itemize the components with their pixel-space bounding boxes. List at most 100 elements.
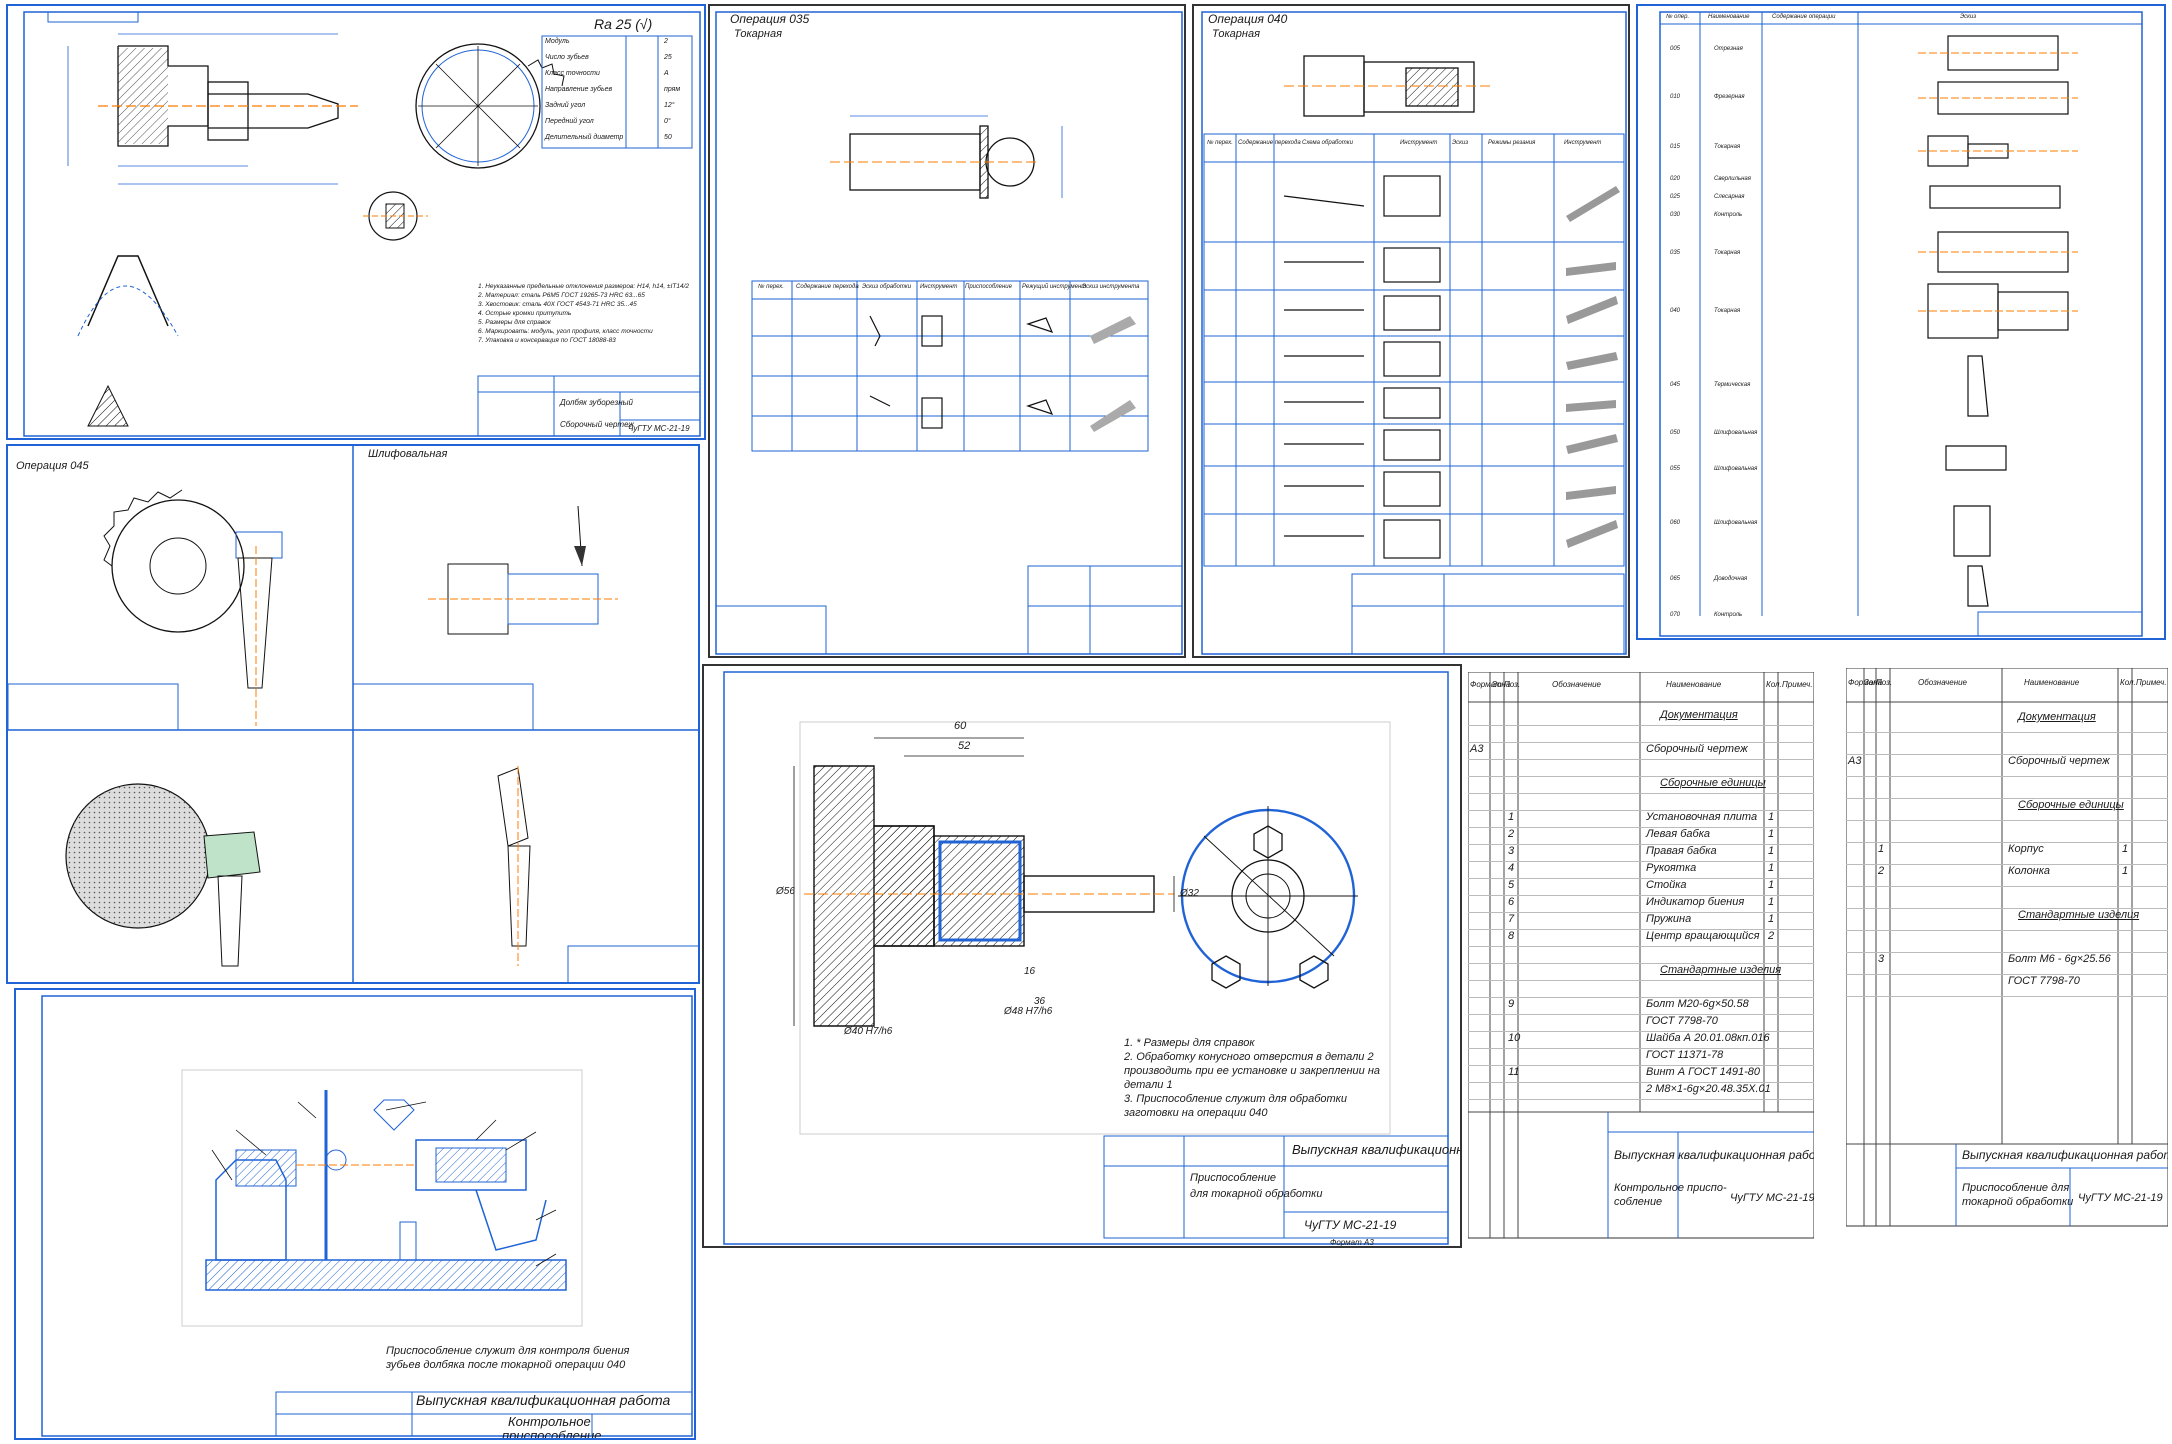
op040-title: Операция 040: [1208, 12, 1288, 26]
grinding-graphics: [8, 446, 698, 982]
spec-row: 11 Винт А ГОСТ 1491-80: [1468, 1065, 1814, 1083]
spec2-stamp-name-2: токарной обработки: [1962, 1196, 2074, 1208]
spec-row: [1468, 759, 1814, 777]
sheet-spec-1: Формат Зона Поз. Обозначение Наименовани…: [1468, 672, 1814, 1240]
sheet-grinding: Операция 045 Шлифовальная: [6, 444, 700, 984]
part-subtitle: Сборочный чертеж: [560, 420, 634, 429]
op040-subtitle: Токарная: [1212, 28, 1260, 40]
spec-format: А3: [1848, 755, 1862, 767]
spec-row: [1846, 886, 2168, 909]
control-stamp-title: Выпускная квалификационная работа: [416, 1392, 671, 1408]
op035-graphics: [715, 11, 1183, 655]
spec-row: [1846, 732, 2168, 755]
spec-name: Документация: [1660, 709, 1738, 721]
spec-row: [1468, 946, 1814, 964]
spec-row: А3 Сборочный чертеж: [1468, 742, 1814, 760]
spec-row: 5 Стойка 1: [1468, 878, 1814, 896]
spec1-stamp-name: Контрольное приспо-: [1614, 1182, 1727, 1194]
spec-qty: 1: [1768, 913, 1775, 925]
spec-name: Пружина: [1646, 913, 1692, 925]
spec-row: Документация: [1468, 708, 1814, 726]
spec-qty: 1: [1768, 862, 1775, 874]
spec-row: Документация: [1846, 710, 2168, 733]
spec-name: Индикатор биения: [1646, 896, 1745, 908]
control-fixture-graphics: [41, 995, 693, 1437]
spec-name: Сборочные единицы: [1660, 777, 1766, 789]
tech-notes: 1. Неуказанные предельные отклонения раз…: [478, 283, 689, 344]
spec-row: ГОСТ 7798-70: [1468, 1014, 1814, 1032]
spec2-stamp-title: Выпускная квалификационная работа: [1962, 1148, 2168, 1162]
spec-row: А3 Сборочный чертеж: [1846, 754, 2168, 777]
spec-name: Винт А ГОСТ 1491-80: [1646, 1066, 1761, 1078]
route-graphics: [1659, 11, 2143, 637]
spec-row: [1468, 980, 1814, 998]
spec-qty: 1: [1768, 879, 1775, 891]
spec-name: Сборочный чертеж: [2008, 755, 2110, 767]
spec2-rows: Документация А3 Сборочный чертеж Сборочные …: [1846, 710, 2168, 1010]
spec-pos: 9: [1508, 998, 1515, 1010]
part-title: Долбяк зуборезный: [560, 398, 633, 407]
dim-36: 36: [1034, 996, 1046, 1007]
sheet-spec-2: Формат Зона Поз. Обозначение Наименовани…: [1846, 668, 2168, 1228]
op035-title: Операция 035: [730, 12, 810, 26]
spec1-stamp-title: Выпускная квалификационная работа: [1614, 1148, 1814, 1162]
spec-row: 4 Рукоятка 1: [1468, 861, 1814, 879]
roughness-mark: Ra 25 (√): [594, 16, 653, 32]
spec-pos: 3: [1508, 845, 1515, 857]
dim-60: 60: [954, 720, 967, 732]
spec-name: Сборочный чертеж: [1646, 743, 1748, 755]
dim-52: 52: [958, 740, 971, 752]
spec-pos: 10: [1508, 1032, 1521, 1044]
spec-name: 2 М8×1-6g×20.48.35Х.01: [1646, 1083, 1771, 1095]
spec-name: Корпус: [2008, 843, 2044, 855]
turning-fixture-graphics: [723, 671, 1449, 1245]
spec-pos: 7: [1508, 913, 1515, 925]
spec-pos: 5: [1508, 879, 1515, 891]
spec-row: 1 Установочная плита 1: [1468, 810, 1814, 828]
spec2-stamp-name: Приспособление для: [1962, 1182, 2070, 1194]
spec-name: Сборочные единицы: [2018, 799, 2124, 811]
dim-32: Ø32: [1180, 888, 1199, 899]
fixture-stamp-name: Приспособление: [1190, 1172, 1277, 1184]
spec-name: Колонка: [2008, 865, 2051, 877]
spec-name: Установочная плита: [1646, 811, 1758, 823]
spec-row: 3 Болт М6 - 6g×25.56: [1846, 952, 2168, 975]
fixture-format: Формат А3: [1330, 1238, 1374, 1247]
fixture-stamp-name-2: для токарной обработки: [1190, 1188, 1323, 1200]
spec-qty: 1: [1768, 896, 1775, 908]
sheet-op040: Операция 040 Токарная № перех. Содержани…: [1192, 4, 1630, 658]
control-note: Приспособление служит для контроля биени…: [386, 1345, 630, 1357]
fixture-stamp-code: ЧуГТУ МС-21-19: [1304, 1218, 1397, 1232]
spec-row: 1 Корпус 1: [1846, 842, 2168, 865]
spec-qty: 1: [2122, 865, 2129, 877]
spec-row: 8 Центр вращающийся 2: [1468, 929, 1814, 947]
spec-qty: 1: [2122, 843, 2129, 855]
spec-row: 2 Колонка 1: [1846, 864, 2168, 887]
spec-pos: 1: [1508, 811, 1515, 823]
spec-row: [1468, 793, 1814, 811]
sheet-control-fixture: Приспособление служит для контроля биени…: [14, 988, 696, 1440]
spec1-stamp-name-2: собление: [1614, 1196, 1663, 1208]
control-stamp-name: Контрольное: [508, 1414, 591, 1429]
spec-name: Документация: [2018, 711, 2096, 723]
spec-pos: 11: [1508, 1066, 1520, 1078]
spec-row: Сборочные единицы: [1846, 798, 2168, 821]
grinding-subtitle: Шлифовальная: [368, 448, 448, 460]
part-drawing-graphics: [23, 11, 701, 437]
spec-name: Левая бабка: [1646, 828, 1711, 840]
dim-40: Ø40 H7/h6: [844, 1026, 893, 1037]
spec2-stamp-code: ЧуГТУ МС-21-19: [2078, 1192, 2163, 1204]
spec-row: 9 Болт М20-6g×50.58: [1468, 997, 1814, 1015]
spec-row: 2 М8×1-6g×20.48.35Х.01: [1468, 1082, 1814, 1100]
sheet-route-card: № опер. Наименование Содержание операции…: [1636, 4, 2166, 640]
part-code: ЧуГТУ МС-21-19: [628, 424, 690, 433]
spec-row: Сборочные единицы: [1468, 776, 1814, 794]
spec-name: Шайба А 20.01.08кп.016: [1646, 1032, 1770, 1044]
spec-row: Стандартные изделия: [1846, 908, 2168, 931]
spec-pos: 3: [1878, 953, 1885, 965]
spec-name: Болт М20-6g×50.58: [1646, 998, 1749, 1010]
spec-row: [1846, 820, 2168, 843]
spec-row: ГОСТ 11371-78: [1468, 1048, 1814, 1066]
spec-name: Стойка: [1646, 879, 1687, 891]
grinding-title: Операция 045: [16, 460, 89, 472]
